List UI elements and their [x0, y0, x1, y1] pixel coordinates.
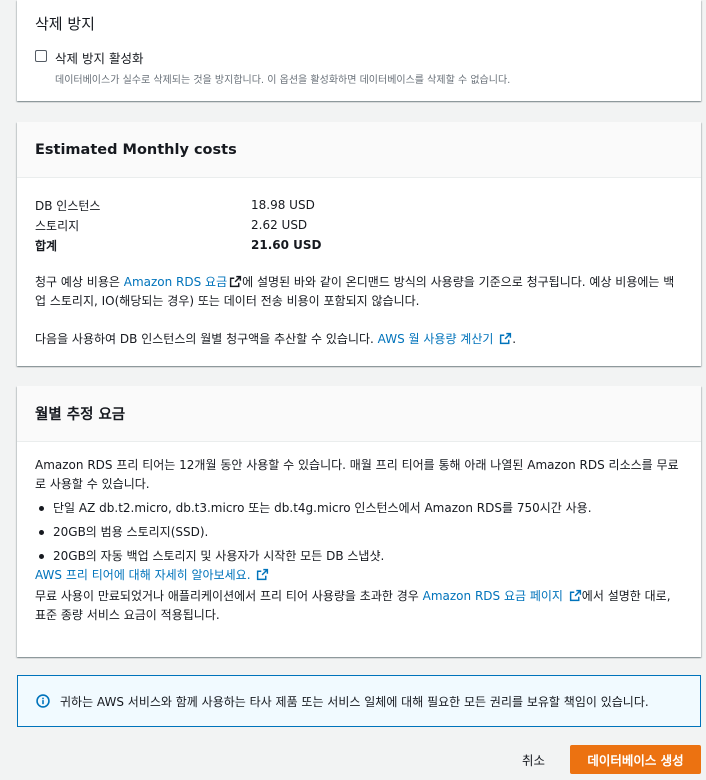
pricing-note-text: 청구 예상 비용은	[35, 275, 124, 289]
deletion-protection-description: 데이터베이스가 실수로 삭제되는 것을 방지합니다. 이 옵션을 활성화하면 데…	[55, 75, 511, 86]
learn-more-line: AWS 프리 티어에 대해 자세히 알아보세요.	[35, 566, 683, 585]
cost-label: DB 인스턴스	[35, 198, 101, 213]
monthly-estimate-panel: 월별 추정 요금 Amazon RDS 프리 티어는 12개월 동안 사용할 수…	[17, 386, 701, 657]
cost-label: 스토리지	[35, 218, 80, 233]
estimated-costs-panel: Estimated Monthly costs DB 인스턴스 18.98 US…	[17, 122, 701, 366]
cost-row-total: 합계 21.60 USD	[35, 235, 683, 255]
free-tier-intro: Amazon RDS 프리 티어는 12개월 동안 사용할 수 있습니다. 매월…	[35, 458, 679, 491]
info-alert-text: 귀하는 AWS 서비스와 함께 사용하는 타사 제품 또는 서비스 일체에 대해…	[60, 694, 649, 709]
estimated-costs-body: DB 인스턴스 18.98 USD 스토리지 2.62 USD 합계 21.60…	[17, 178, 701, 349]
deletion-protection-label: 삭제 방지 활성화	[55, 51, 144, 66]
deletion-protection-option[interactable]: 삭제 방지 활성화 데이터베이스가 실수로 삭제되는 것을 방지합니다. 이 옵…	[35, 48, 510, 86]
free-tier-learn-more-text: AWS 프리 티어에 대해 자세히 알아보세요.	[35, 568, 251, 582]
info-icon	[36, 694, 50, 708]
aws-calculator-link[interactable]: AWS 월 사용량 계산기	[378, 332, 513, 346]
pricing-note: 청구 예상 비용은 Amazon RDS 요금 에 설명된 바와 같이 온디맨드 …	[35, 273, 683, 311]
deletion-protection-checkbox[interactable]	[35, 50, 47, 62]
cancel-button[interactable]: 취소	[512, 745, 555, 773]
rds-pricing-page-link[interactable]: Amazon RDS 요금 페이지	[423, 589, 582, 603]
free-tier-learn-more-link[interactable]: AWS 프리 티어에 대해 자세히 알아보세요.	[35, 568, 269, 582]
free-tier-list: 단일 AZ db.t2.micro, db.t3.micro 또는 db.t4g…	[35, 500, 683, 564]
deletion-protection-text: 삭제 방지 활성화 데이터베이스가 실수로 삭제되는 것을 방지합니다. 이 옵…	[55, 48, 510, 86]
external-link-icon	[500, 332, 512, 345]
monthly-estimate-body: Amazon RDS 프리 티어는 12개월 동안 사용할 수 있습니다. 매월…	[17, 442, 701, 625]
calculator-note: 다음을 사용하여 DB 인스턴스의 월별 청구액을 추산할 수 있습니다. AW…	[35, 330, 683, 349]
cost-row-storage: 스토리지 2.62 USD	[35, 215, 683, 235]
monthly-estimate-header: 월별 추정 요금	[17, 386, 701, 442]
create-database-button[interactable]: 데이터베이스 생성	[570, 745, 701, 774]
calculator-note-text: .	[512, 332, 517, 346]
external-link-icon	[230, 275, 242, 288]
info-alert: 귀하는 AWS 서비스와 함께 사용하는 타사 제품 또는 서비스 일체에 대해…	[17, 675, 701, 727]
deletion-protection-panel: 삭제 방지 삭제 방지 활성화 데이터베이스가 실수로 삭제되는 것을 방지합니…	[17, 0, 701, 101]
deletion-protection-title: 삭제 방지	[35, 15, 95, 33]
expiry-note: 무료 사용이 만료되었거나 애플리케이션에서 프리 티어 사용량을 초과한 경우…	[35, 587, 683, 625]
estimated-costs-header: Estimated Monthly costs	[17, 122, 701, 178]
list-item: 20GB의 범용 스토리지(SSD).	[35, 524, 683, 540]
expiry-note-text: 무료 사용이 만료되었거나 애플리케이션에서 프리 티어 사용량을 초과한 경우	[35, 589, 423, 603]
estimated-costs-title: Estimated Monthly costs	[35, 141, 237, 158]
list-item: 단일 AZ db.t2.micro, db.t3.micro 또는 db.t4g…	[35, 500, 683, 516]
cost-value: 18.98 USD	[251, 198, 315, 212]
cost-value: 2.62 USD	[251, 218, 308, 232]
monthly-estimate-title: 월별 추정 요금	[35, 407, 126, 423]
cost-row-instance: DB 인스턴스 18.98 USD	[35, 195, 683, 215]
list-item: 20GB의 자동 백업 스토리지 및 사용자가 시작한 모든 DB 스냅샷.	[35, 548, 683, 564]
external-link-icon	[569, 589, 581, 602]
aws-calculator-link-text: AWS 월 사용량 계산기	[377, 332, 494, 346]
cost-value: 21.60 USD	[251, 238, 322, 252]
rds-pricing-link[interactable]: Amazon RDS 요금	[124, 275, 242, 289]
calculator-note-text: 다음을 사용하여 DB 인스턴스의 월별 청구액을 추산할 수 있습니다.	[35, 332, 378, 346]
rds-pricing-page-link-text: Amazon RDS 요금 페이지	[422, 589, 563, 603]
cost-label: 합계	[35, 238, 58, 253]
rds-pricing-link-text: Amazon RDS 요금	[123, 275, 228, 289]
external-link-icon	[257, 568, 269, 581]
